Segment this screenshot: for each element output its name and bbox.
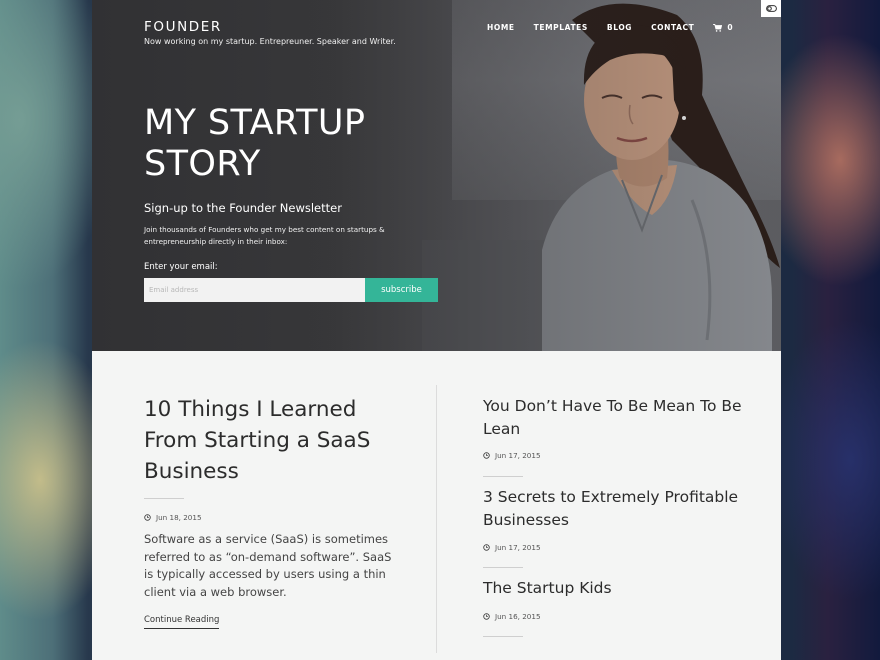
post-date: Jun 17, 2015 [495,543,541,552]
cart-count: 0 [727,23,734,32]
hero-title: MY STARTUP STORY [144,103,366,184]
toggle-button[interactable] [761,0,781,17]
post-meta: Jun 17, 2015 [483,451,541,460]
continue-reading-link[interactable]: Continue Reading [144,615,220,629]
clock-icon [144,514,151,521]
featured-post-excerpt: Software as a service (SaaS) is sometime… [144,532,392,599]
newsletter-title: Sign-up to the Founder Newsletter [144,201,342,215]
toggle-icon [765,5,777,12]
email-input[interactable] [144,278,365,302]
email-label: Enter your email: [144,262,218,272]
post-meta: Jun 16, 2015 [483,612,541,621]
post-date: Jun 16, 2015 [495,612,541,621]
post-rule [483,636,523,637]
newsletter-description: Join thousands of Founders who get my be… [144,225,385,246]
clock-icon [483,613,490,620]
nav-item-templates[interactable]: TEMPLATES [534,23,588,32]
nav-item-blog[interactable]: BLOG [607,23,632,32]
post-title[interactable]: The Startup Kids [483,577,743,600]
clock-icon [483,544,490,551]
nav-cart[interactable]: 0 [713,23,733,32]
hero-section: FOUNDER Now working on my startup. Entre… [92,0,781,351]
post-rule [483,476,523,477]
nav-item-contact[interactable]: CONTACT [651,23,694,32]
nav-item-home[interactable]: HOME [487,23,515,32]
site-brand[interactable]: FOUNDER [144,19,222,35]
subscribe-button[interactable]: subscribe [365,278,438,302]
column-divider [436,385,437,653]
main-nav: HOME TEMPLATES BLOG CONTACT 0 [487,23,733,32]
post-title[interactable]: You Don’t Have To Be Mean To Be Lean [483,395,743,441]
post-date: Jun 17, 2015 [495,451,541,460]
post-title[interactable]: 3 Secrets to Extremely Profitable Busine… [483,486,743,532]
clock-icon [483,452,490,459]
post-meta: Jun 17, 2015 [483,543,541,552]
featured-post-date: Jun 18, 2015 [156,513,202,522]
post-rule [483,567,523,568]
featured-post-title[interactable]: 10 Things I Learned From Starting a SaaS… [144,394,404,487]
featured-post-meta: Jun 18, 2015 [144,513,202,522]
cart-icon [713,23,723,32]
site-tagline: Now working on my startup. Entrepreuner.… [144,37,396,46]
website-frame: FOUNDER Now working on my startup. Entre… [92,0,781,660]
featured-post-rule [144,498,184,499]
